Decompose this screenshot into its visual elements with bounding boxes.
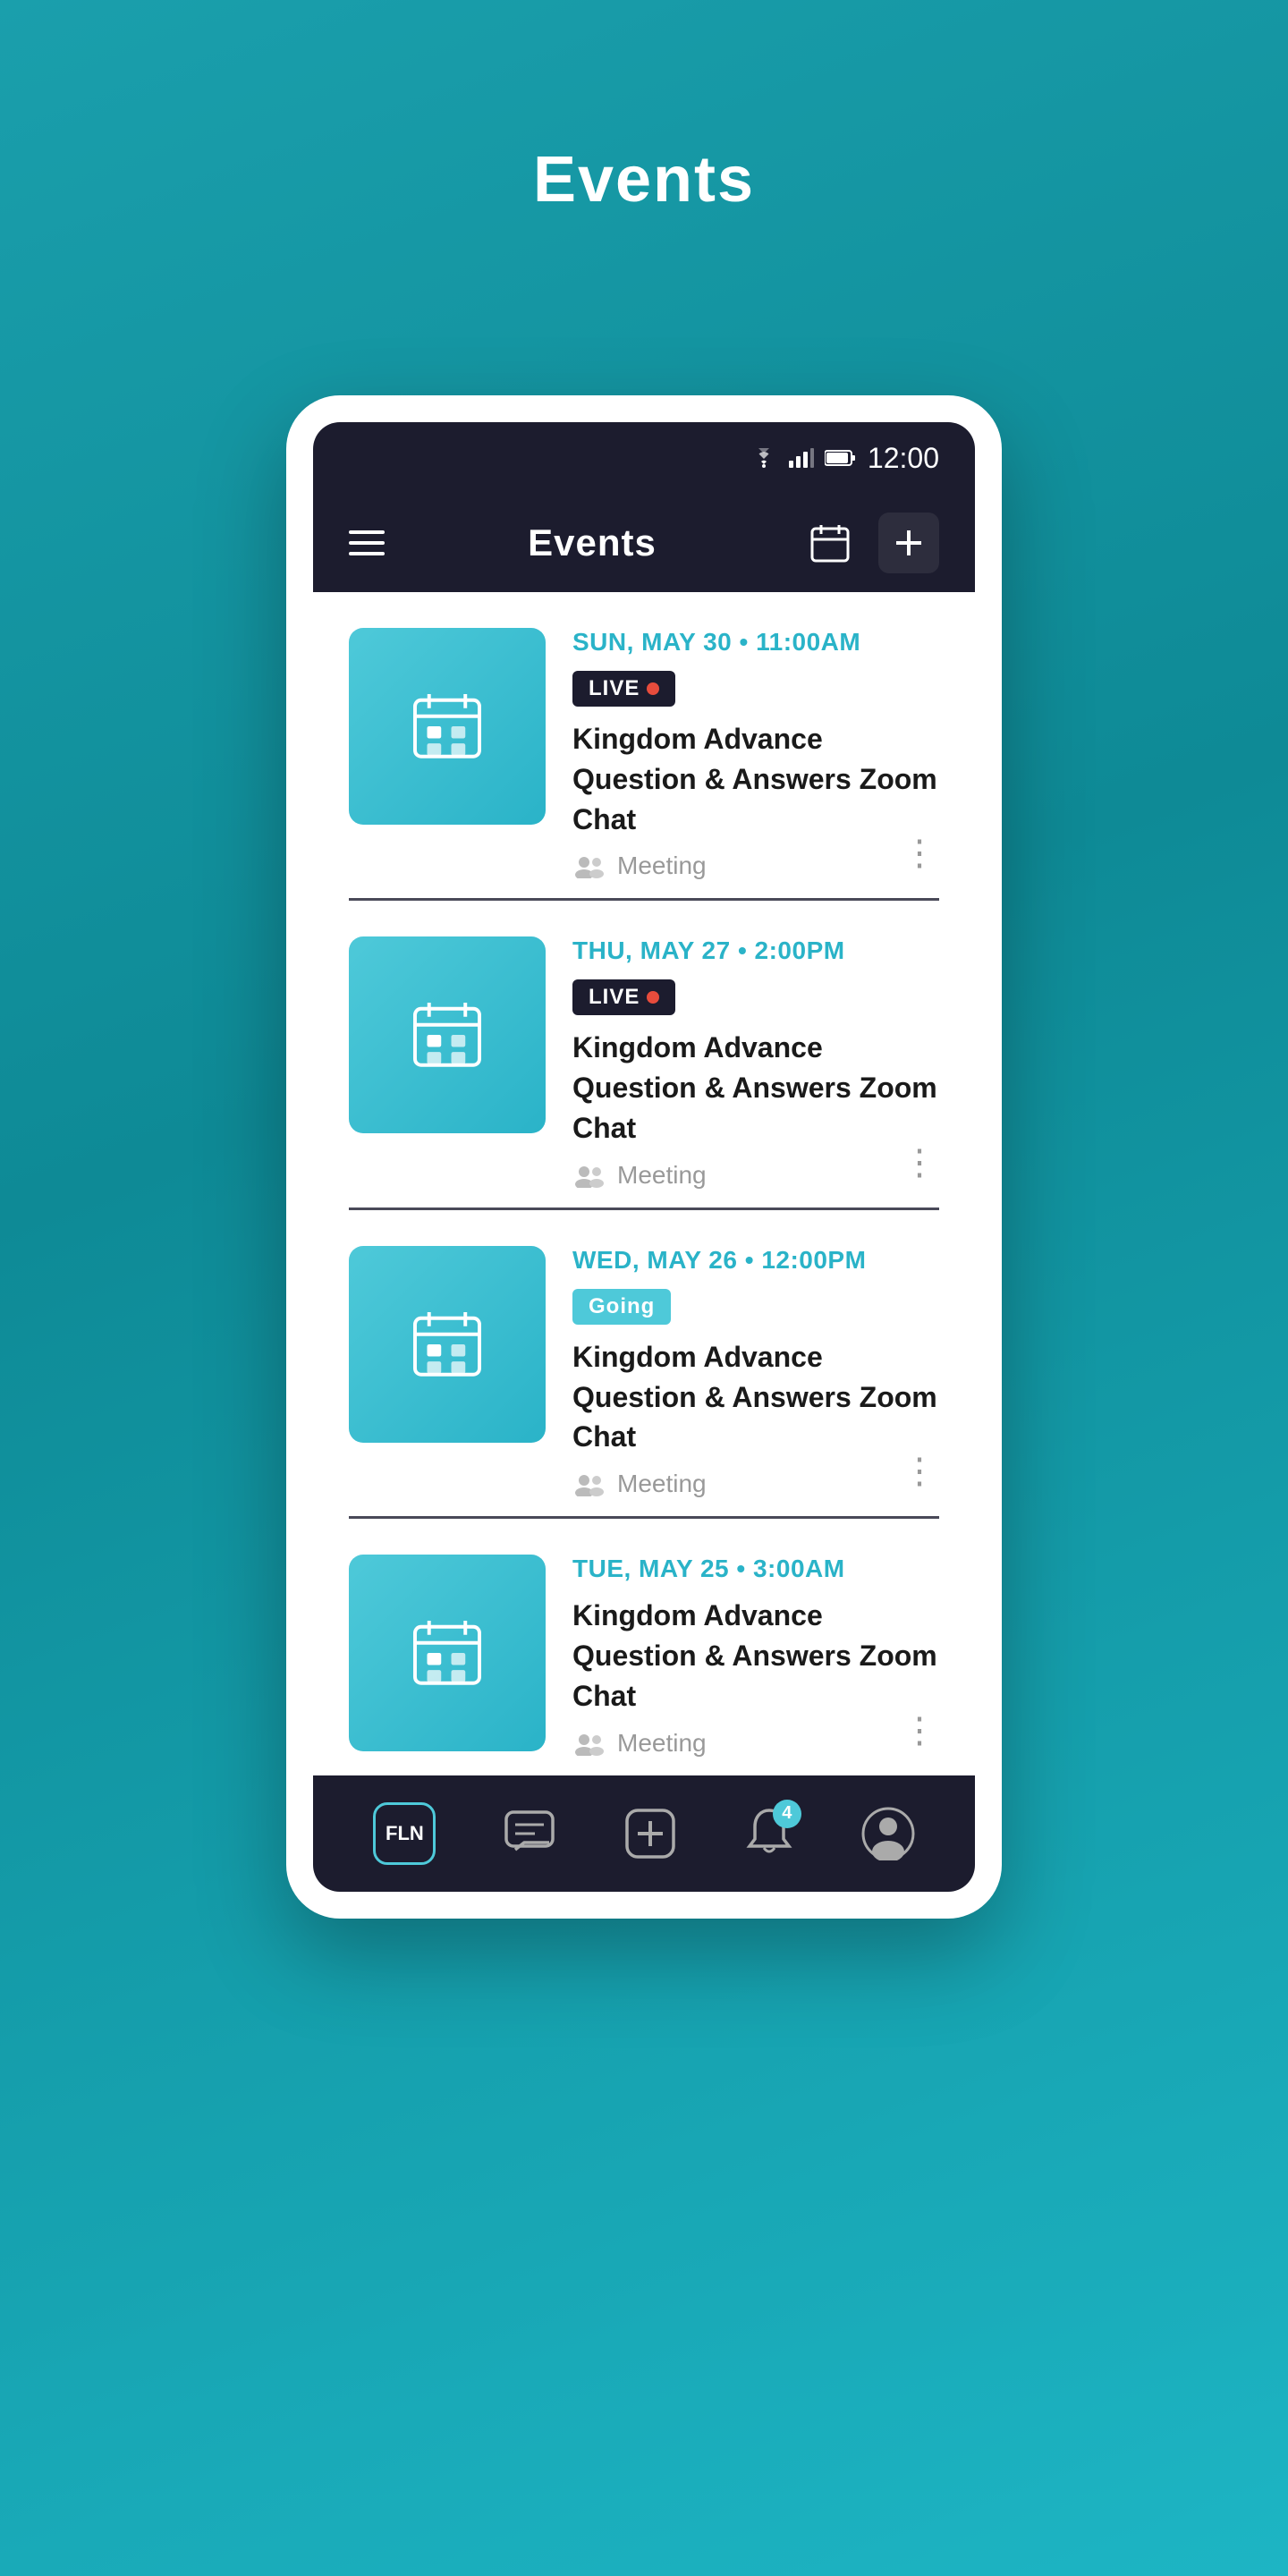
calendar-button[interactable] — [800, 513, 860, 573]
event-type-4: Meeting — [617, 1729, 707, 1758]
nav-item-chat[interactable] — [503, 1809, 556, 1858]
event-calendar-icon-2 — [407, 995, 487, 1075]
event-item-4[interactable]: TUE, MAY 25 • 3:00AM Kingdom Advance Que… — [313, 1519, 975, 1775]
event-title-1: Kingdom Advance Question & Answers Zoom … — [572, 719, 939, 839]
event-type-row-2: Meeting — [572, 1161, 939, 1190]
event-content-4: TUE, MAY 25 • 3:00AM Kingdom Advance Que… — [349, 1555, 939, 1757]
event-date-4: TUE, MAY 25 • 3:00AM — [572, 1555, 845, 1583]
plus-icon — [891, 525, 927, 561]
events-list: SUN, MAY 30 • 11:00AM LIVE Kingdom Advan… — [313, 592, 975, 1775]
event-thumbnail-1 — [349, 628, 546, 825]
event-content-3: WED, MAY 26 • 12:00PM Going Kingdom Adva… — [349, 1246, 939, 1498]
menu-button[interactable] — [349, 530, 385, 555]
event-date-1: SUN, MAY 30 • 11:00AM — [572, 628, 860, 657]
fln-logo: FLN — [373, 1802, 436, 1865]
signal-icon — [789, 448, 814, 468]
nav-plus-icon — [623, 1807, 677, 1860]
event-type-2: Meeting — [617, 1161, 707, 1190]
people-icon-3 — [572, 1471, 606, 1496]
calendar-icon — [809, 521, 852, 564]
event-calendar-icon-4 — [407, 1613, 487, 1693]
event-title-3: Kingdom Advance Question & Answers Zoom … — [572, 1337, 939, 1457]
event-date-row-4: TUE, MAY 25 • 3:00AM — [572, 1555, 939, 1583]
event-type-row-4: Meeting — [572, 1729, 939, 1758]
event-date-row-1: SUN, MAY 30 • 11:00AM LIVE — [572, 628, 939, 707]
event-content-2: THU, MAY 27 • 2:00PM LIVE Kingdom Advanc… — [349, 936, 939, 1189]
status-time: 12:00 — [868, 442, 939, 475]
app-bar: Events — [313, 494, 975, 592]
event-date-row-2: THU, MAY 27 • 2:00PM LIVE — [572, 936, 939, 1015]
event-badge-2: LIVE — [572, 979, 675, 1015]
status-bar: 12:00 — [313, 422, 975, 494]
event-thumbnail-4 — [349, 1555, 546, 1751]
phone-screen: 12:00 Events — [313, 422, 975, 1892]
event-thumbnail-2 — [349, 936, 546, 1133]
wifi-icon — [750, 448, 778, 468]
event-type-3: Meeting — [617, 1470, 707, 1498]
event-date-2: THU, MAY 27 • 2:00PM — [572, 936, 845, 965]
event-details-2: THU, MAY 27 • 2:00PM LIVE Kingdom Advanc… — [572, 936, 939, 1189]
nav-item-notifications[interactable]: 4 — [744, 1807, 794, 1860]
event-item-1[interactable]: SUN, MAY 30 • 11:00AM LIVE Kingdom Advan… — [313, 592, 975, 898]
event-type-row-3: Meeting — [572, 1470, 939, 1498]
phone-frame: 12:00 Events — [286, 395, 1002, 1919]
event-details-4: TUE, MAY 25 • 3:00AM Kingdom Advance Que… — [572, 1555, 939, 1757]
app-bar-title: Events — [528, 521, 657, 564]
event-item-3[interactable]: WED, MAY 26 • 12:00PM Going Kingdom Adva… — [313, 1210, 975, 1516]
more-button-2[interactable]: ⋮ — [902, 1145, 939, 1181]
event-badge-3: Going — [572, 1289, 671, 1325]
event-badge-1: LIVE — [572, 671, 675, 707]
event-content-1: SUN, MAY 30 • 11:00AM LIVE Kingdom Advan… — [349, 628, 939, 880]
status-icons: 12:00 — [750, 442, 939, 475]
event-date-3: WED, MAY 26 • 12:00PM — [572, 1246, 866, 1275]
people-icon-4 — [572, 1731, 606, 1756]
event-details-3: WED, MAY 26 • 12:00PM Going Kingdom Adva… — [572, 1246, 939, 1498]
more-button-1[interactable]: ⋮ — [902, 835, 939, 871]
event-title-4: Kingdom Advance Question & Answers Zoom … — [572, 1596, 939, 1716]
page-title: Events — [533, 143, 755, 216]
event-thumbnail-3 — [349, 1246, 546, 1443]
app-bar-actions — [800, 513, 939, 573]
avatar-icon — [861, 1807, 915, 1860]
nav-item-add[interactable] — [623, 1807, 677, 1860]
more-button-4[interactable]: ⋮ — [902, 1713, 939, 1749]
event-date-row-3: WED, MAY 26 • 12:00PM Going — [572, 1246, 939, 1325]
people-icon-1 — [572, 853, 606, 878]
add-event-button[interactable] — [878, 513, 939, 573]
nav-item-profile[interactable] — [861, 1807, 915, 1860]
people-icon-2 — [572, 1163, 606, 1188]
chat-icon — [503, 1809, 556, 1858]
event-title-2: Kingdom Advance Question & Answers Zoom … — [572, 1028, 939, 1148]
bottom-nav: FLN — [313, 1775, 975, 1892]
battery-icon — [825, 449, 857, 467]
nav-item-home[interactable]: FLN — [373, 1802, 436, 1865]
event-type-row-1: Meeting — [572, 852, 939, 880]
event-details-1: SUN, MAY 30 • 11:00AM LIVE Kingdom Advan… — [572, 628, 939, 880]
event-calendar-icon-3 — [407, 1304, 487, 1385]
event-type-1: Meeting — [617, 852, 707, 880]
event-item-2[interactable]: THU, MAY 27 • 2:00PM LIVE Kingdom Advanc… — [313, 901, 975, 1207]
notifications-badge: 4 — [773, 1800, 801, 1828]
more-button-3[interactable]: ⋮ — [902, 1453, 939, 1489]
event-calendar-icon-1 — [407, 686, 487, 767]
